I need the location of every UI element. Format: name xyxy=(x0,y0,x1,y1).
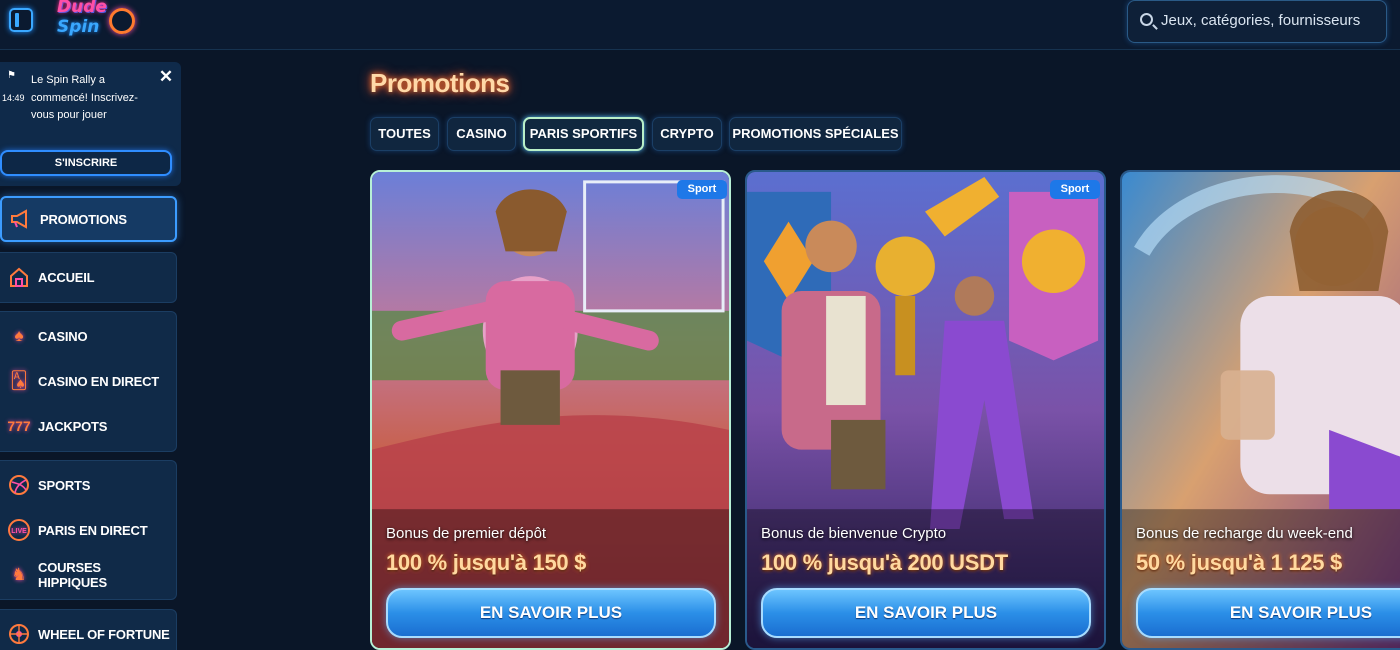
promo-card-image xyxy=(747,172,1104,648)
category-badge: Sport xyxy=(1050,180,1100,199)
search-input[interactable] xyxy=(1161,9,1381,31)
promo-card-image xyxy=(1122,172,1400,648)
sidebar-item-casino-en-direct[interactable]: 🂡 CASINO EN DIRECT xyxy=(0,361,177,401)
sidebar-item-courses-hippiques[interactable]: ♞ COURSES HIPPIQUES xyxy=(0,555,177,595)
sidebar-item-label: ACCUEIL xyxy=(38,269,95,285)
spade-icon: ♠ xyxy=(14,326,24,345)
tab-paris-sportifs[interactable]: PARIS SPORTIFS xyxy=(523,117,644,151)
category-badge: Sport xyxy=(677,180,727,199)
search-box[interactable] xyxy=(1127,0,1387,43)
svg-text:LIVE: LIVE xyxy=(11,528,27,535)
learn-more-button[interactable]: EN SAVOIR PLUS xyxy=(386,588,716,638)
home-icon xyxy=(7,265,31,289)
promo-amount: 100 % jusqu'à 150 $ xyxy=(386,550,587,575)
tab-toutes[interactable]: TOUTES xyxy=(370,117,439,151)
sidebar-item-label: PROMOTIONS xyxy=(40,211,127,227)
promo-card[interactable]: Sport Bonus de bienvenue Crypto 100 % ju… xyxy=(745,170,1106,650)
sidebar-item-label: COURSES HIPPIQUES xyxy=(38,560,107,590)
wheel-icon xyxy=(7,622,31,646)
close-icon[interactable]: ✕ xyxy=(157,68,175,86)
notification-time: 14:49 xyxy=(2,93,25,103)
tab-promotions-speciales[interactable]: PROMOTIONS SPÉCIALES xyxy=(729,117,902,151)
search-icon xyxy=(1140,13,1153,26)
logo-ball-icon xyxy=(109,8,135,34)
tab-casino[interactable]: CASINO xyxy=(447,117,516,151)
sidebar-item-sports[interactable]: SPORTS xyxy=(0,465,177,505)
horse-icon: ♞ xyxy=(11,565,27,584)
cards-icon: 🂡 xyxy=(10,371,28,390)
signup-button[interactable]: S'INSCRIRE xyxy=(0,150,172,176)
sidebar-item-label: JACKPOTS xyxy=(38,418,108,434)
promo-subtitle: Bonus de premier dépôt xyxy=(386,525,547,542)
sidebar-item-casino[interactable]: ♠ CASINO xyxy=(0,316,177,356)
tab-crypto[interactable]: CRYPTO xyxy=(652,117,722,151)
sidebar-item-label: WHEEL OF FORTUNE xyxy=(38,626,170,642)
notification-message: Le Spin Rally a commencé! Inscrivez-vous… xyxy=(31,74,138,121)
live-icon: LIVE xyxy=(7,518,31,542)
777-icon: 777 xyxy=(7,418,31,434)
promo-amount: 50 % jusqu'à 1 125 $ xyxy=(1136,550,1342,575)
learn-more-button[interactable]: EN SAVOIR PLUS xyxy=(1136,588,1400,638)
promo-card-image xyxy=(372,172,729,648)
sidebar-item-accueil[interactable]: ACCUEIL xyxy=(0,257,177,297)
sidebar-item-label: CASINO xyxy=(38,328,88,344)
page-title: Promotions xyxy=(370,68,510,98)
sidebar-toggle-icon[interactable] xyxy=(9,8,33,32)
logo-text-top: Dude xyxy=(57,0,107,17)
sidebar-item-paris-en-direct[interactable]: LIVE PARIS EN DIRECT xyxy=(0,510,177,550)
megaphone-icon xyxy=(9,207,33,231)
logo-text-bottom: Spin xyxy=(57,17,100,37)
promo-amount: 100 % jusqu'à 200 USDT xyxy=(761,550,1008,575)
ball-icon xyxy=(7,473,31,497)
promo-card[interactable]: Bonus de recharge du week-end 50 % jusqu… xyxy=(1120,170,1400,650)
promo-card[interactable]: Sport Bonus de premier dépôt 100 % jusqu… xyxy=(370,170,731,650)
promo-subtitle: Bonus de recharge du week-end xyxy=(1136,525,1353,542)
sidebar-item-promotions[interactable]: PROMOTIONS xyxy=(0,196,177,242)
sidebar-item-label: PARIS EN DIRECT xyxy=(38,522,148,538)
promo-subtitle: Bonus de bienvenue Crypto xyxy=(761,525,947,542)
sidebar-item-label: SPORTS xyxy=(38,477,91,493)
learn-more-button[interactable]: EN SAVOIR PLUS xyxy=(761,588,1091,638)
flag-icon: ⚑ xyxy=(7,70,16,81)
sidebar-item-label: CASINO EN DIRECT xyxy=(38,373,160,389)
sidebar-item-jackpots[interactable]: 777 JACKPOTS xyxy=(0,406,177,446)
top-bar: Dude Spin xyxy=(0,0,1400,50)
sidebar-item-wheel-of-fortune[interactable]: WHEEL OF FORTUNE xyxy=(0,614,177,650)
logo[interactable]: Dude Spin xyxy=(55,0,145,44)
